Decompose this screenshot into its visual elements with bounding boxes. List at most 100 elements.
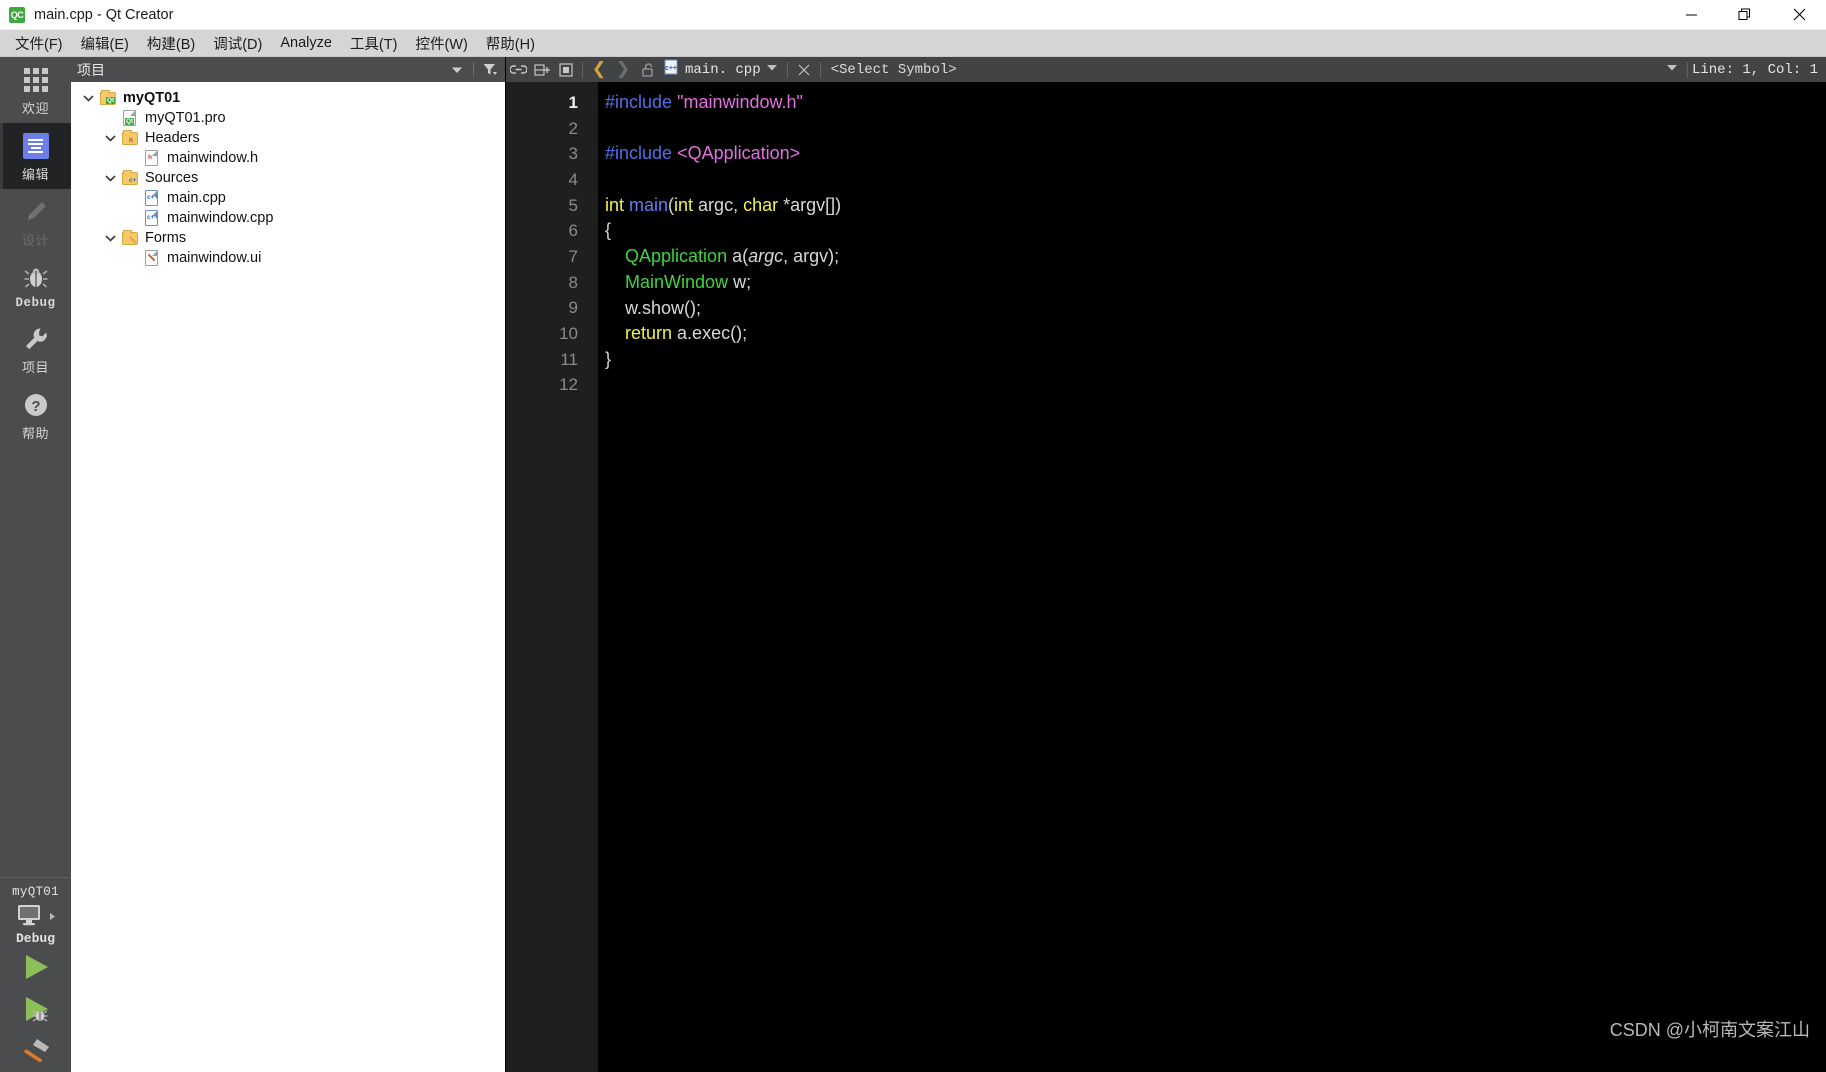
cpp-file-icon: c++ <box>143 210 161 226</box>
line-number: 3 <box>568 144 578 164</box>
tree-label: myQT01 <box>123 90 181 106</box>
main-body: 欢迎 编辑 设计 Debug 项目 ? 帮助 myQT01 Debug 项目 Q… <box>0 57 1826 1072</box>
editor-area: ❮ ❯ c++ main. cpp <Select Symbol> Line: … <box>506 57 1826 1072</box>
symbol-selector[interactable]: <Select Symbol> <box>825 62 957 78</box>
line-col-indicator[interactable]: Line: 1, Col: 1 <box>1692 62 1826 78</box>
chevron-down-icon[interactable] <box>99 134 121 142</box>
chevron-left-icon[interactable]: ❮ <box>587 57 611 82</box>
maximize-icon[interactable] <box>1718 0 1772 30</box>
editor-file-tab[interactable]: c++ main. cpp <box>659 59 761 80</box>
mode-item-design[interactable]: 设计 <box>0 189 71 255</box>
code-line: } <box>605 347 1826 373</box>
tree-item-mainwindow-cpp[interactable]: c++ mainwindow.cpp <box>71 208 505 228</box>
close-icon[interactable] <box>1772 0 1826 30</box>
menu-item-help[interactable]: 帮助(H) <box>477 30 544 57</box>
tree-item-mainwindow-ui[interactable]: mainwindow.ui <box>71 248 505 268</box>
build-button[interactable] <box>0 1030 71 1072</box>
menu-item-tools[interactable]: 工具(T) <box>341 30 407 57</box>
run-button[interactable] <box>0 946 71 988</box>
qt-folder-icon: Qt <box>99 90 117 106</box>
editor-toolbar: ❮ ❯ c++ main. cpp <Select Symbol> Line: … <box>506 57 1826 82</box>
filter-icon[interactable] <box>481 60 499 80</box>
line-number: 10 <box>559 324 578 344</box>
tree-item-myqt01-pro[interactable]: Qt myQT01.pro <box>71 108 505 128</box>
menu-item-debug[interactable]: 调试(D) <box>204 30 271 57</box>
bug-icon <box>21 263 51 293</box>
svg-text:c++: c++ <box>665 65 677 72</box>
code-line: MainWindow w; <box>605 270 1826 296</box>
title-bar: QC main.cpp - Qt Creator <box>0 0 1826 30</box>
h-file-icon: h <box>143 150 161 166</box>
code-editor[interactable]: 1 2 3 4 5 6 7 8 9 10 11 12 #include "mai… <box>506 82 1826 1072</box>
kit-project-name: myQT01 <box>12 885 59 899</box>
cpp-folder-icon: c+ <box>121 170 139 186</box>
menu-item-analyze[interactable]: Analyze <box>271 32 341 54</box>
qt-pro-file-icon: Qt <box>121 110 139 126</box>
kit-selector[interactable]: myQT01 Debug <box>0 878 71 946</box>
code-token: , argv); <box>783 246 840 267</box>
unlocked-padlock-icon[interactable] <box>635 57 659 82</box>
chevron-down-icon[interactable] <box>99 234 121 242</box>
line-number: 7 <box>568 246 578 266</box>
menu-item-window[interactable]: 控件(W) <box>406 30 476 57</box>
menu-bar: 文件(F) 编辑(E) 构建(B) 调试(D) Analyze 工具(T) 控件… <box>0 30 1826 57</box>
tree-item-myqt01[interactable]: Qt myQT01 <box>71 88 505 108</box>
link-icon[interactable] <box>506 57 530 82</box>
tree-item-mainwindow-h[interactable]: h mainwindow.h <box>71 148 505 168</box>
menu-item-build[interactable]: 构建(B) <box>138 30 204 57</box>
code-token: } <box>605 348 612 369</box>
mode-label-edit: 编辑 <box>21 167 49 182</box>
chevron-down-icon[interactable] <box>99 174 121 182</box>
toolbar-divider <box>786 61 788 78</box>
close-icon[interactable] <box>792 57 816 82</box>
code-token: int <box>605 194 630 215</box>
code-token: QApplication <box>625 246 728 267</box>
chevron-right-icon[interactable]: ❯ <box>611 57 635 82</box>
tree-label: myQT01.pro <box>145 110 226 126</box>
document-lines-icon <box>21 131 51 161</box>
kit-build-config: Debug <box>15 931 55 946</box>
chevron-down-icon[interactable] <box>1661 64 1683 75</box>
mode-item-edit[interactable]: 编辑 <box>0 123 71 189</box>
mode-item-help[interactable]: ? 帮助 <box>0 382 71 448</box>
mode-label-projects: 项目 <box>21 360 49 375</box>
wrench-icon <box>21 324 51 354</box>
minimize-icon[interactable] <box>1664 0 1718 30</box>
chevron-down-icon[interactable] <box>448 60 466 80</box>
code-line: { <box>605 218 1826 244</box>
tree-item-main-cpp[interactable]: c++ main.cpp <box>71 188 505 208</box>
mode-label-welcome: 欢迎 <box>21 101 49 116</box>
tree-item-sources[interactable]: c+ Sources <box>71 168 505 188</box>
code-token: w.show(); <box>605 297 702 318</box>
split-horizontal-icon[interactable] <box>530 57 554 82</box>
menu-item-edit[interactable]: 编辑(E) <box>72 30 138 57</box>
chevron-down-icon[interactable] <box>761 64 783 75</box>
mode-item-welcome[interactable]: 欢迎 <box>0 57 71 123</box>
mode-item-projects[interactable]: 项目 <box>0 316 71 382</box>
close-split-icon[interactable] <box>554 57 578 82</box>
chevron-down-icon[interactable] <box>77 94 99 102</box>
mode-label-design: 设计 <box>21 233 49 248</box>
mode-item-debug[interactable]: Debug <box>0 255 71 316</box>
projects-panel-header: 项目 <box>71 57 505 82</box>
svg-text:?: ? <box>31 398 40 415</box>
code-token: argc, <box>698 194 744 215</box>
code-token: #include <box>605 92 678 112</box>
mode-label-help: 帮助 <box>21 426 49 441</box>
tree-item-forms[interactable]: Forms <box>71 228 505 248</box>
tree-item-headers[interactable]: h Headers <box>71 128 505 148</box>
debug-button[interactable] <box>0 988 71 1030</box>
code-token: main <box>629 194 669 215</box>
code-line: QApplication a(argc, argv); <box>605 244 1826 270</box>
h-folder-icon: h <box>121 130 139 146</box>
code-token: { <box>605 220 612 241</box>
code-line: return a.exec(); <box>605 321 1826 347</box>
code-line: #include "mainwindow.h" <box>605 90 1826 116</box>
menu-item-file[interactable]: 文件(F) <box>6 30 72 57</box>
code-text[interactable]: #include "mainwindow.h" #include <QAppli… <box>598 82 1826 1072</box>
code-token: #include <box>605 143 678 164</box>
